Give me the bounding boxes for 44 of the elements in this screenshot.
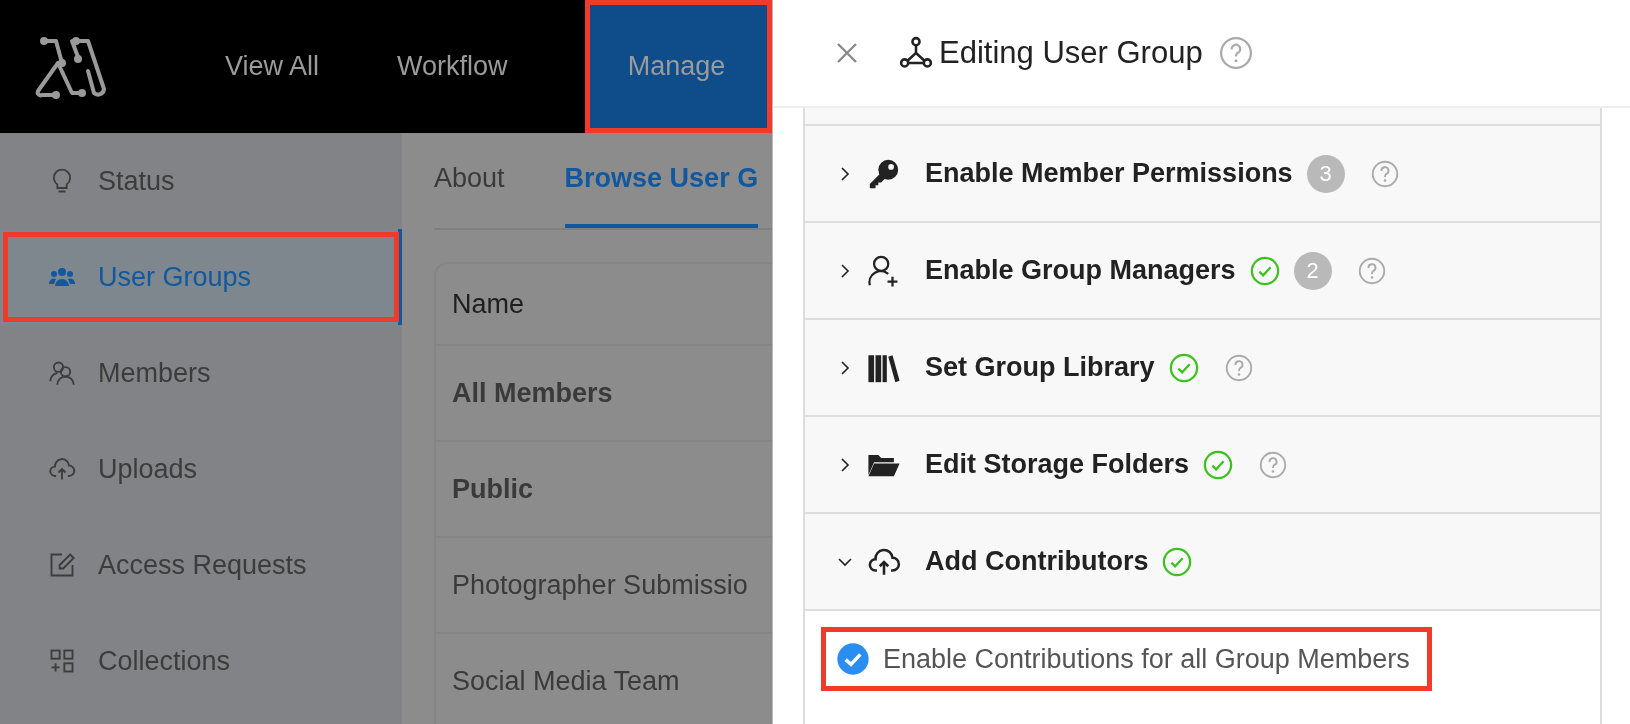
help-icon[interactable] — [1224, 353, 1253, 382]
accordion-header[interactable]: Add Contributors — [805, 514, 1600, 611]
sidebar-item[interactable]: Access Requests — [0, 517, 402, 613]
checkbox[interactable] — [837, 643, 869, 675]
tab[interactable]: About — [434, 133, 505, 228]
accordion-header[interactable]: Enable Member Permissions 3 — [805, 126, 1600, 223]
help-icon[interactable] — [1357, 256, 1386, 285]
count-badge: 2 — [1293, 251, 1332, 290]
edit-icon — [48, 551, 76, 579]
sidebar-item-label: Uploads — [98, 453, 198, 485]
count-badge: 3 — [1306, 154, 1345, 193]
close-icon[interactable] — [835, 41, 859, 65]
tab[interactable]: Browse User G — [564, 133, 759, 228]
section-title: Edit Storage Folders — [925, 449, 1190, 480]
sidebar-item-label: Status — [98, 165, 175, 197]
sidebar-item-label: Collections — [98, 645, 231, 677]
accordion-header[interactable]: Set Group Library — [805, 320, 1600, 417]
sidebar-item-label: Access Requests — [98, 549, 307, 581]
accordion-header[interactable]: Edit Storage Folders — [805, 417, 1600, 514]
sidebar-item-label: Members — [98, 357, 211, 389]
option-label: Enable Contributions for all Group Members — [883, 643, 1410, 675]
help-icon[interactable] — [1370, 159, 1399, 188]
help-icon[interactable] — [1259, 450, 1288, 479]
sidebar-item[interactable]: Members — [0, 325, 402, 421]
section-title: Add Contributors — [925, 546, 1149, 577]
section-title: Enable Group Managers — [925, 255, 1236, 286]
section-title: Set Group Library — [925, 352, 1155, 383]
checkbox-option[interactable]: Enable Contributions for all Group Members — [823, 629, 1430, 689]
cloud-upload-icon — [48, 455, 76, 483]
sidebar-item[interactable]: User Groups — [0, 229, 402, 325]
nav-tab[interactable]: Manage — [585, 0, 772, 133]
help-icon[interactable] — [1218, 36, 1253, 70]
sidebar-item-label: User Groups — [98, 261, 252, 293]
section-title: Enable Member Permissions — [925, 158, 1293, 189]
nav-tab[interactable]: Workflow — [358, 0, 547, 133]
sidebar-item[interactable]: Uploads — [0, 421, 402, 517]
accordion-header[interactable]: Enable Group Managers 2 — [805, 223, 1600, 320]
user-pair-icon — [48, 359, 76, 387]
nav-tab[interactable]: View All — [186, 0, 359, 133]
sidebar-item[interactable]: Status — [0, 133, 402, 229]
panel-title: Editing User Group — [939, 35, 1203, 71]
grid-plus-icon — [48, 647, 76, 675]
network-icon — [899, 36, 933, 70]
sidebar-item[interactable]: Collections — [0, 613, 402, 709]
